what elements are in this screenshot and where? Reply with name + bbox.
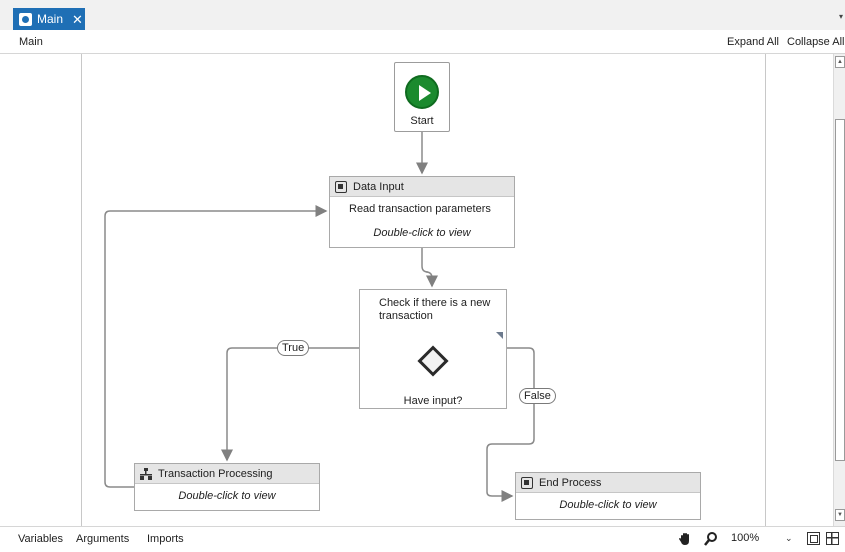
collapse-all-button[interactable]: Collapse All	[787, 36, 844, 48]
search-icon[interactable]	[704, 532, 718, 546]
vertical-scrollbar[interactable]: ▲ ▼	[833, 54, 845, 526]
tab-main[interactable]: Main ✕	[13, 8, 85, 30]
workflow-icon	[19, 12, 32, 26]
activity-icon	[521, 476, 533, 489]
canvas-guide-right	[765, 54, 766, 526]
breadcrumb-bar: Main Expand All Collapse All	[0, 30, 845, 54]
start-node[interactable]: Start	[394, 62, 450, 132]
chevron-down-icon[interactable]: ⌄	[785, 533, 793, 544]
activity-hint: Double-click to view	[373, 227, 471, 239]
true-branch-label: True	[277, 340, 310, 356]
scroll-down-icon[interactable]: ▼	[835, 509, 845, 521]
activity-title: Data Input	[353, 180, 404, 193]
play-icon	[405, 75, 439, 109]
activity-header: End Process	[516, 473, 700, 493]
breadcrumb[interactable]: Main	[19, 36, 43, 48]
tab-list-dropdown-icon[interactable]: ▾	[839, 12, 843, 21]
tree-icon	[140, 467, 152, 480]
activity-hint: Double-click to view	[178, 490, 276, 502]
close-icon[interactable]: ✕	[72, 13, 83, 26]
activity-title: End Process	[539, 476, 602, 489]
scroll-up-icon[interactable]: ▲	[835, 56, 845, 68]
scroll-thumb[interactable]	[835, 119, 845, 461]
tab-label: Main	[37, 12, 64, 26]
activity-data-input[interactable]: Data Input Read transaction parameters D…	[329, 176, 515, 248]
decision-label: Have input?	[403, 395, 463, 407]
start-label: Start	[410, 115, 434, 127]
activity-header: Data Input	[330, 177, 514, 197]
imports-tab[interactable]: Imports	[147, 533, 184, 545]
activity-hint: Double-click to view	[559, 499, 657, 511]
hand-icon[interactable]	[678, 532, 692, 546]
decision-node[interactable]: Check if there is a new transaction Have…	[359, 289, 507, 409]
activity-description: Read transaction parameters	[349, 203, 491, 215]
diamond-icon	[417, 345, 449, 377]
status-bar: Variables Arguments Imports 100% ⌄	[0, 526, 845, 552]
expand-all-button[interactable]: Expand All	[727, 36, 779, 48]
canvas-guide-left	[81, 54, 82, 526]
activity-icon	[335, 180, 347, 193]
tab-strip: Main ✕ ▾	[0, 0, 845, 30]
activity-title: Transaction Processing	[158, 467, 273, 480]
activity-end-process[interactable]: End Process Double-click to view	[515, 472, 701, 520]
fit-to-screen-icon[interactable]	[807, 532, 820, 545]
variables-tab[interactable]: Variables	[18, 533, 63, 545]
overview-icon[interactable]	[826, 532, 839, 545]
activity-header: Transaction Processing	[135, 464, 319, 484]
expand-corner-icon[interactable]	[496, 332, 503, 339]
activity-transaction-processing[interactable]: Transaction Processing Double-click to v…	[134, 463, 320, 511]
false-branch-label: False	[519, 388, 556, 404]
zoom-level-select[interactable]: 100%	[731, 532, 759, 544]
decision-title: Check if there is a new transaction	[379, 297, 491, 322]
arguments-tab[interactable]: Arguments	[76, 533, 129, 545]
